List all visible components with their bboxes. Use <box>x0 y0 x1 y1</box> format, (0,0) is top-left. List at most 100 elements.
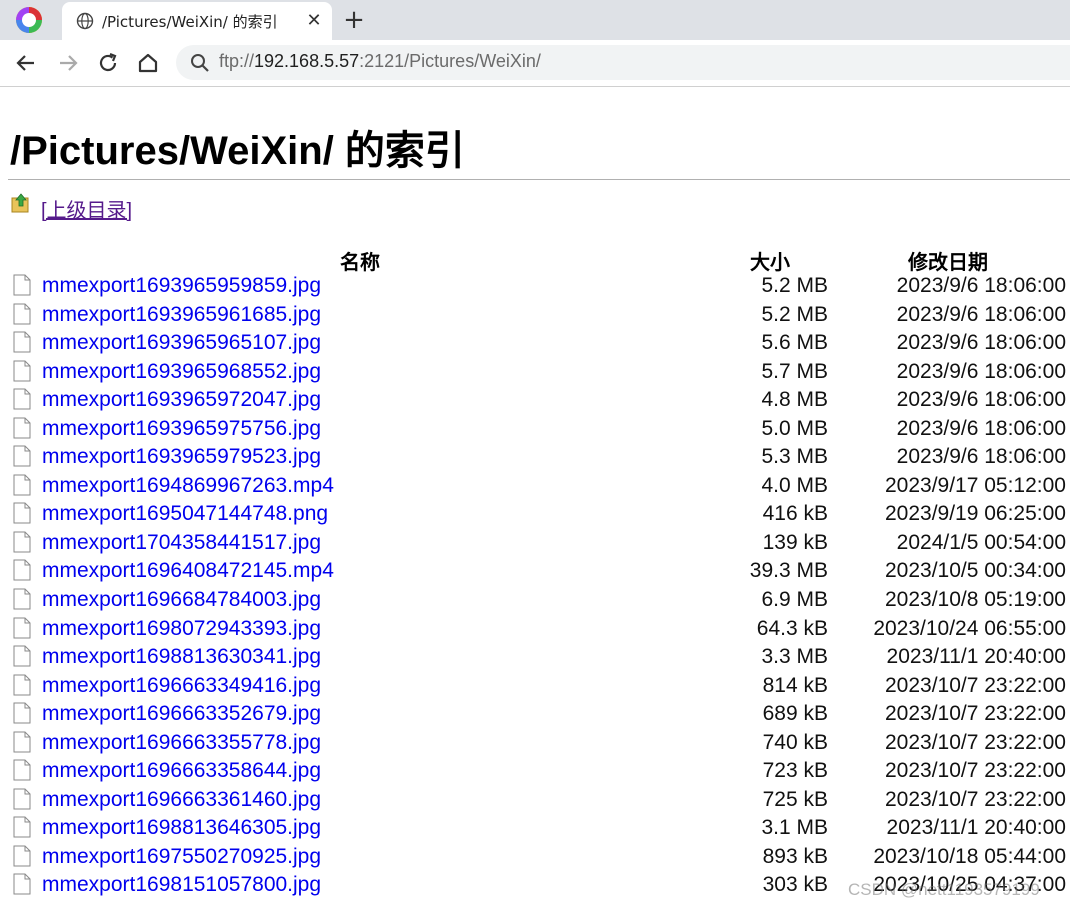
file-name-link[interactable]: mmexport1696663358644.jpg <box>42 759 321 783</box>
file-icon <box>13 588 31 610</box>
file-size: 416 kB <box>762 502 828 526</box>
column-header-name[interactable]: 名称 <box>340 246 380 275</box>
file-row: mmexport1695047144748.png 416 kB 2023/9/19… <box>0 501 1070 530</box>
file-icon <box>13 331 31 353</box>
file-name-link[interactable]: mmexport1693965961685.jpg <box>42 303 321 327</box>
file-row: mmexport1698813630341.jpg 3.3 MB 2023/11/1… <box>0 644 1070 673</box>
file-row: mmexport1697550270925.jpg 893 kB 2023/10/1… <box>0 844 1070 873</box>
file-date: 2023/9/6 18:06:00 <box>896 359 1066 383</box>
file-name-link[interactable]: mmexport1693965975756.jpg <box>42 417 321 441</box>
forward-icon[interactable] <box>56 51 80 75</box>
file-name-link[interactable]: mmexport1696663352679.jpg <box>42 702 321 726</box>
file-icon <box>13 645 31 667</box>
file-name-link[interactable]: mmexport1696663355778.jpg <box>42 731 321 755</box>
globe-icon <box>76 12 94 30</box>
file-row: mmexport1693965965107.jpg 5.6 MB 2023/9/6 … <box>0 330 1070 359</box>
file-size: 303 kB <box>762 873 828 897</box>
file-size: 5.3 MB <box>761 445 828 469</box>
file-date: 2023/9/6 18:06:00 <box>896 388 1066 412</box>
file-size: 3.1 MB <box>761 816 828 840</box>
file-date: 2023/10/18 05:44:00 <box>873 844 1066 868</box>
reload-icon[interactable] <box>96 51 120 75</box>
file-size: 689 kB <box>762 702 828 726</box>
file-size: 64.3 kB <box>756 616 828 640</box>
file-name-link[interactable]: mmexport1696663361460.jpg <box>42 788 321 812</box>
file-size: 723 kB <box>762 759 828 783</box>
file-name-link[interactable]: mmexport1697550270925.jpg <box>42 845 321 869</box>
column-header-size[interactable]: 大小 <box>750 246 790 275</box>
watermark: CSDN @nett1193579199 <box>848 880 1040 899</box>
file-name-link[interactable]: mmexport1698813630341.jpg <box>42 645 321 669</box>
file-row: mmexport1696684784003.jpg 6.9 MB 2023/10/8… <box>0 587 1070 616</box>
file-size: 814 kB <box>762 673 828 697</box>
file-icon <box>13 731 31 753</box>
file-name-link[interactable]: mmexport1696684784003.jpg <box>42 588 321 612</box>
file-date: 2023/9/17 05:12:00 <box>884 473 1066 497</box>
toolbar: ftp://192.168.5.57:2121/Pictures/WeiXin/ <box>0 40 1070 87</box>
parent-directory-link[interactable]: [上级目录] <box>41 194 132 223</box>
file-date: 2023/10/7 23:22:00 <box>884 702 1066 726</box>
active-tab[interactable]: /Pictures/WeiXin/ 的索引 ✕ <box>62 2 332 40</box>
file-name-link[interactable]: mmexport1698072943393.jpg <box>42 617 321 641</box>
file-date: 2023/11/1 20:40:00 <box>886 645 1066 669</box>
url-text[interactable]: ftp://192.168.5.57:2121/Pictures/WeiXin/ <box>219 51 541 72</box>
browser-logo-icon[interactable] <box>14 5 44 35</box>
file-row: mmexport1696663352679.jpg 689 kB 2023/10/7… <box>0 701 1070 730</box>
file-name-link[interactable]: mmexport1698151057800.jpg <box>42 873 321 897</box>
file-icon <box>13 759 31 781</box>
url-path: :2121/Pictures/WeiXin/ <box>359 51 541 71</box>
file-row: mmexport1698813646305.jpg 3.1 MB 2023/11/1… <box>0 815 1070 844</box>
file-date: 2023/9/6 18:06:00 <box>896 274 1066 297</box>
file-size: 740 kB <box>762 730 828 754</box>
file-size: 39.3 MB <box>749 559 828 583</box>
file-size: 5.2 MB <box>761 302 828 326</box>
file-date: 2023/10/5 00:34:00 <box>884 559 1066 583</box>
file-name-link[interactable]: mmexport1693965959859.jpg <box>42 274 321 298</box>
new-tab-button[interactable]: + <box>340 6 368 34</box>
search-icon <box>191 54 209 72</box>
file-size: 4.8 MB <box>761 388 828 412</box>
file-icon <box>13 702 31 724</box>
file-date: 2023/9/6 18:06:00 <box>896 302 1066 326</box>
file-icon <box>13 559 31 581</box>
file-name-link[interactable]: mmexport1694869967263.mp4 <box>42 474 334 498</box>
file-row: mmexport1696663349416.jpg 814 kB 2023/10/7… <box>0 673 1070 702</box>
file-name-link[interactable]: mmexport1695047144748.png <box>42 502 328 526</box>
file-name-link[interactable]: mmexport1693965965107.jpg <box>42 331 321 355</box>
file-date: 2023/11/1 20:40:00 <box>886 816 1066 840</box>
file-date: 2023/10/7 23:22:00 <box>884 673 1066 697</box>
file-date: 2023/10/7 23:22:00 <box>884 759 1066 783</box>
file-icon <box>13 502 31 524</box>
file-icon <box>13 617 31 639</box>
file-size: 893 kB <box>762 844 828 868</box>
folder-up-icon <box>11 193 29 213</box>
file-name-link[interactable]: mmexport1698813646305.jpg <box>42 816 321 840</box>
column-header-date[interactable]: 修改日期 <box>908 246 988 275</box>
home-icon[interactable] <box>136 51 160 75</box>
file-name-link[interactable]: mmexport1693965968552.jpg <box>42 360 321 384</box>
file-date: 2023/10/24 06:55:00 <box>873 616 1066 640</box>
file-icon <box>13 873 31 895</box>
file-name-link[interactable]: mmexport1696408472145.mp4 <box>42 559 334 583</box>
file-icon <box>13 788 31 810</box>
file-icon <box>13 274 31 296</box>
file-date: 2023/10/7 23:22:00 <box>884 787 1066 811</box>
file-name-link[interactable]: mmexport1693965979523.jpg <box>42 445 321 469</box>
file-name-link[interactable]: mmexport1696663349416.jpg <box>42 674 321 698</box>
file-icon <box>13 360 31 382</box>
file-icon <box>13 417 31 439</box>
file-size: 5.2 MB <box>761 274 828 297</box>
file-date: 2023/10/7 23:22:00 <box>884 730 1066 754</box>
file-icon <box>13 674 31 696</box>
file-icon <box>13 388 31 410</box>
address-bar[interactable]: ftp://192.168.5.57:2121/Pictures/WeiXin/ <box>176 45 1070 80</box>
file-name-link[interactable]: mmexport1693965972047.jpg <box>42 388 321 412</box>
file-row: mmexport1698072943393.jpg 64.3 kB 2023/10/… <box>0 616 1070 645</box>
file-name-link[interactable]: mmexport1704358441517.jpg <box>42 531 321 555</box>
file-row: mmexport1693965979523.jpg 5.3 MB 2023/9/6 … <box>0 444 1070 473</box>
back-icon[interactable] <box>14 51 38 75</box>
file-row: mmexport1694869967263.mp4 4.0 MB 2023/9/17… <box>0 473 1070 502</box>
file-date: 2024/1/5 00:54:00 <box>896 530 1066 554</box>
close-tab-icon[interactable]: ✕ <box>304 11 324 31</box>
file-size: 4.0 MB <box>761 473 828 497</box>
